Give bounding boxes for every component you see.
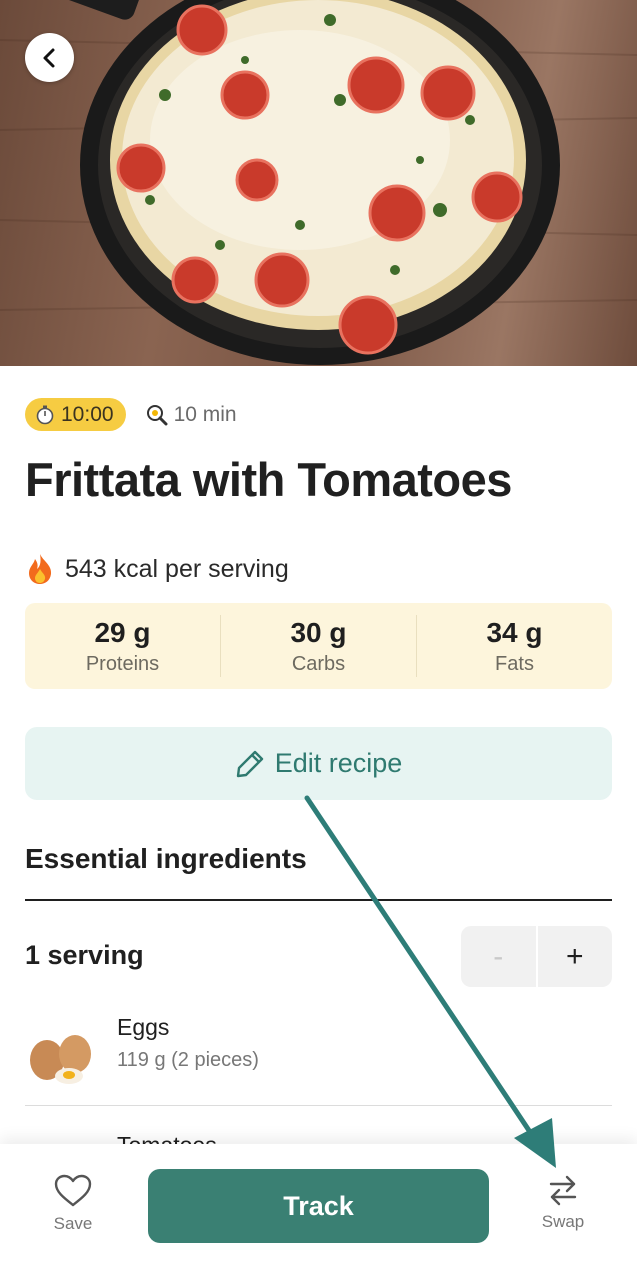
chevron-left-icon [43, 48, 54, 67]
pencil-icon [236, 750, 263, 777]
macro-value: 29 g [94, 616, 151, 648]
macro-label: Carbs [291, 652, 346, 675]
macro-label: Proteins [85, 652, 160, 675]
save-button[interactable]: Save [28, 1174, 118, 1234]
section-divider [25, 899, 612, 901]
back-button[interactable] [25, 33, 74, 82]
edit-recipe-button[interactable]: Edit recipe [25, 727, 612, 800]
recipe-title: Frittata with Tomatoes [25, 453, 512, 506]
bottom-action-bar: Save Track Swap [0, 1144, 637, 1280]
ingredient-row[interactable]: Eggs 119 g (2 pieces) [25, 1008, 612, 1106]
save-label: Save [53, 1214, 93, 1233]
macro-value: 34 g [486, 616, 543, 648]
timer-value: 10:00 [61, 402, 114, 426]
edit-recipe-label: Edit recipe [274, 748, 403, 778]
ingredient-quantity: 119 g (2 pieces) [117, 1049, 259, 1071]
macro-label: Fats [495, 652, 534, 675]
cook-time: 10 min [146, 403, 237, 427]
macro-fats: 34 g Fats [416, 615, 612, 677]
track-button[interactable]: Track [148, 1169, 489, 1243]
ingredient-text: Eggs 119 g (2 pieces) [117, 1008, 259, 1072]
hero-image [0, 0, 637, 366]
stopwatch-icon [36, 405, 54, 424]
frittata-pan-photo [0, 0, 637, 365]
macro-value: 30 g [290, 616, 347, 648]
timer-badge: 10:00 [25, 398, 126, 431]
kcal-text: 543 kcal per serving [65, 554, 289, 583]
frying-pan-icon [146, 404, 168, 425]
ingredient-name: Eggs [117, 1014, 170, 1040]
decrease-serving-button[interactable]: - [461, 926, 536, 987]
swap-arrows-icon [549, 1175, 577, 1206]
kcal-row: 543 kcal per serving [25, 553, 289, 585]
macros-card: 29 g Proteins 30 g Carbs 34 g Fats [25, 603, 612, 689]
cook-time-value: 10 min [173, 402, 237, 426]
ingredients-heading: Essential ingredients [25, 843, 307, 874]
heart-outline-icon [54, 1174, 92, 1207]
swap-label: Swap [541, 1212, 585, 1231]
eggs-icon [30, 1035, 91, 1084]
macro-proteins: 29 g Proteins [25, 615, 220, 677]
recipe-meta: 10:00 10 min [25, 398, 237, 431]
swap-button[interactable]: Swap [520, 1174, 606, 1232]
ingredient-divider [25, 1105, 612, 1106]
serving-stepper: - + [461, 926, 612, 987]
increase-serving-button[interactable]: + [537, 926, 612, 987]
serving-label: 1 serving [25, 940, 144, 970]
fire-icon [29, 554, 52, 584]
macro-carbs: 30 g Carbs [220, 615, 416, 677]
